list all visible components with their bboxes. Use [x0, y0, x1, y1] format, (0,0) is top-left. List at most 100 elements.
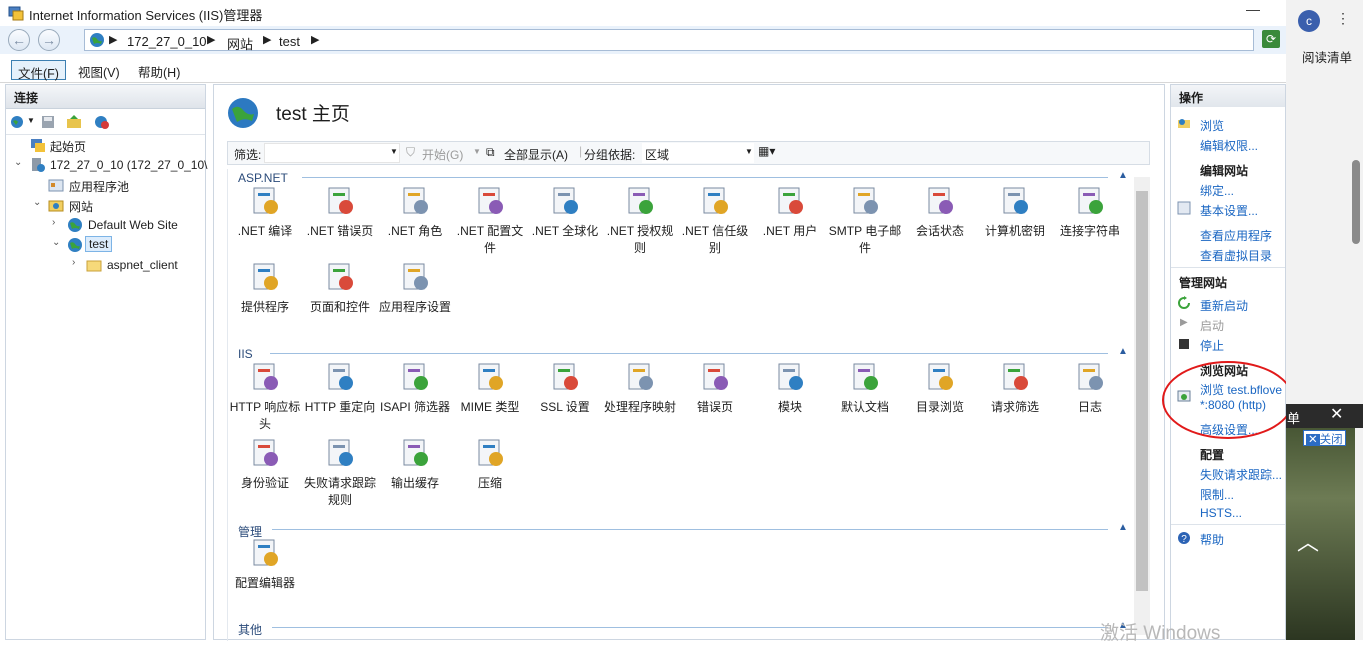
scroll-up-icon[interactable]: ︿ — [1297, 525, 1319, 557]
address-row: ← → ▶ 172_27_0_10 ▶ 网站 ▶ test ▶ ⟳ — [0, 26, 1286, 54]
collapsed-arrow-icon[interactable]: › — [52, 217, 55, 228]
connect-globe-icon[interactable] — [10, 114, 26, 130]
sites-folder-icon — [48, 200, 64, 212]
pages-controls-icon — [328, 263, 353, 290]
address-bar[interactable]: ▶ 172_27_0_10 ▶ 网站 ▶ test ▶ — [84, 29, 1254, 53]
back-button[interactable]: ← — [8, 29, 30, 51]
minimize-button[interactable]: — — [1246, 1, 1260, 17]
dropdown-arrow-icon[interactable]: ▼ — [473, 147, 481, 156]
show-all-button[interactable]: 全部显示(A) — [504, 146, 568, 163]
reading-list-button[interactable]: 阅读清单 — [1302, 47, 1352, 66]
tree-label: Default Web Site — [88, 218, 178, 232]
filter-input[interactable] — [264, 143, 400, 163]
scroll-thumb[interactable] — [1136, 191, 1148, 591]
save-icon[interactable] — [40, 114, 56, 130]
group-divider — [272, 529, 1108, 530]
collapse-group-icon[interactable]: ▲ — [1118, 170, 1128, 181]
menu-view[interactable]: 视图(V) — [72, 60, 126, 80]
tree-item-app-pools[interactable]: 应用程序池 — [6, 175, 206, 195]
group-by-select[interactable]: 区域 ▼ — [642, 143, 754, 163]
feature-label: 连接字符串 — [1059, 224, 1120, 238]
edit-permissions-link[interactable]: 编辑权限... — [1200, 137, 1258, 154]
tree-label: 网站 — [69, 200, 94, 214]
restart-link[interactable]: 重新启动 — [1200, 297, 1248, 314]
chevron-right-icon: ▶ — [311, 34, 320, 46]
feature-label: 目录浏览 — [915, 400, 964, 414]
compression-clamp-icon — [478, 439, 503, 466]
feature-label: .NET 用户 — [762, 224, 818, 238]
forward-button[interactable]: → — [38, 29, 60, 51]
tree-item-default-site[interactable]: › Default Web Site — [6, 215, 206, 235]
actions-header: 操作 — [1171, 85, 1285, 107]
browser-scrollbar[interactable] — [1352, 160, 1360, 244]
tree-label: test — [85, 236, 113, 252]
server-icon — [32, 158, 45, 172]
connections-panel: 连接 ▼ 起始页 ⌄ 172_27_0_10 (172_27_0_10\ 应用程… — [5, 84, 208, 640]
profile-avatar[interactable]: c — [1298, 10, 1320, 32]
center-scrollbar[interactable] — [1134, 177, 1150, 635]
disconnect-icon[interactable] — [94, 114, 110, 130]
group-title: IIS — [238, 347, 253, 361]
tree-item-server[interactable]: ⌄ 172_27_0_10 (172_27_0_10\ — [6, 155, 208, 175]
feature-label: .NET 全球化 — [531, 224, 599, 238]
dropdown-arrow-icon[interactable]: ▼ — [390, 147, 398, 156]
trust-globe-check-icon — [703, 187, 728, 214]
tree-label: aspnet_client — [107, 258, 178, 272]
modules-icon — [778, 363, 803, 390]
request-filter-icon — [1003, 363, 1028, 390]
website-globe-icon — [228, 98, 258, 128]
collapse-group-icon[interactable]: ▲ — [1118, 346, 1128, 357]
tree-item-test[interactable]: ⌄ test — [6, 235, 206, 255]
tree-item-sites[interactable]: ⌄ 网站 — [6, 195, 206, 215]
directory-browse-icon — [928, 363, 953, 390]
breadcrumb-server[interactable]: 172_27_0_10 — [127, 34, 207, 49]
tree-item-aspnet-client[interactable]: › aspnet_client — [6, 255, 206, 275]
404-warning-icon — [328, 187, 353, 214]
feature-groups: ASP.NET ▲ .NET 编译 .NET 错误页 .NET 角色 .NET 配置文件.… — [227, 169, 1150, 641]
limits-link[interactable]: 限制... — [1200, 486, 1234, 503]
feature-label: 请求筛选 — [990, 400, 1039, 414]
start-link[interactable]: 启动 — [1200, 317, 1224, 334]
help-link[interactable]: 帮助 — [1200, 531, 1224, 548]
group-by-value: 区域 — [645, 148, 670, 162]
breadcrumb-sites[interactable]: 网站 — [227, 34, 253, 53]
configure-heading: 配置 — [1200, 448, 1225, 462]
ssl-lock-icon — [553, 363, 578, 390]
window-title: Internet Information Services (IIS)管理器 — [29, 8, 263, 23]
view-applications-link[interactable]: 查看应用程序 — [1200, 227, 1272, 244]
expand-arrow-icon[interactable]: ⌄ — [14, 157, 22, 168]
divider — [1171, 267, 1285, 268]
view-mode-icon[interactable]: ▦▾ — [758, 144, 775, 158]
dropdown-arrow-icon[interactable]: ▼ — [27, 116, 35, 125]
filter-bar: 筛选: ▼ ⛉ 开始(G) ▼ ⧉ 全部显示(A) | 分组依据: 区域 ▼ ▦… — [227, 141, 1150, 165]
tree-item-start-page[interactable]: 起始页 — [6, 135, 206, 155]
collapse-group-icon[interactable]: ▲ — [1118, 522, 1128, 533]
bindings-link[interactable]: 绑定... — [1200, 182, 1234, 199]
expand-arrow-icon[interactable]: ⌄ — [33, 197, 41, 208]
filter-label: 筛选: — [234, 148, 262, 162]
start-filter-button[interactable]: 开始(G) — [422, 146, 463, 163]
close-icon[interactable]: ✕ — [1330, 404, 1343, 424]
browse-link[interactable]: 浏览 — [1200, 117, 1224, 134]
show-all-icon: ⧉ — [486, 145, 495, 159]
expand-arrow-icon[interactable]: ⌄ — [52, 237, 60, 248]
up-folder-icon[interactable] — [66, 114, 82, 130]
ad-close-button[interactable]: ✕ 关闭 — [1303, 430, 1346, 446]
feature-label: 日志 — [1077, 400, 1102, 414]
failed-tracing-link[interactable]: 失败请求跟踪... — [1200, 466, 1282, 483]
stop-link[interactable]: 停止 — [1200, 337, 1224, 354]
breadcrumb-test[interactable]: test — [279, 34, 300, 49]
separator: | — [579, 144, 583, 158]
menu-file[interactable]: 文件(F) — [11, 60, 66, 81]
highlight-annotation — [1162, 361, 1294, 439]
more-options-icon[interactable]: ⋮ — [1336, 10, 1350, 27]
menu-help[interactable]: 帮助(H) — [132, 60, 186, 80]
hsts-link[interactable]: HSTS... — [1200, 506, 1242, 520]
collapsed-arrow-icon[interactable]: › — [72, 257, 75, 268]
view-virtual-dirs-link[interactable]: 查看虚拟目录 — [1200, 247, 1272, 264]
basic-settings-link[interactable]: 基本设置... — [1200, 202, 1258, 219]
title-bar: Internet Information Services (IIS)管理器 — — [0, 0, 1286, 26]
divider — [1171, 524, 1285, 525]
refresh-icon[interactable]: ⟳ — [1262, 30, 1280, 48]
profile-forms-icon — [478, 187, 503, 214]
